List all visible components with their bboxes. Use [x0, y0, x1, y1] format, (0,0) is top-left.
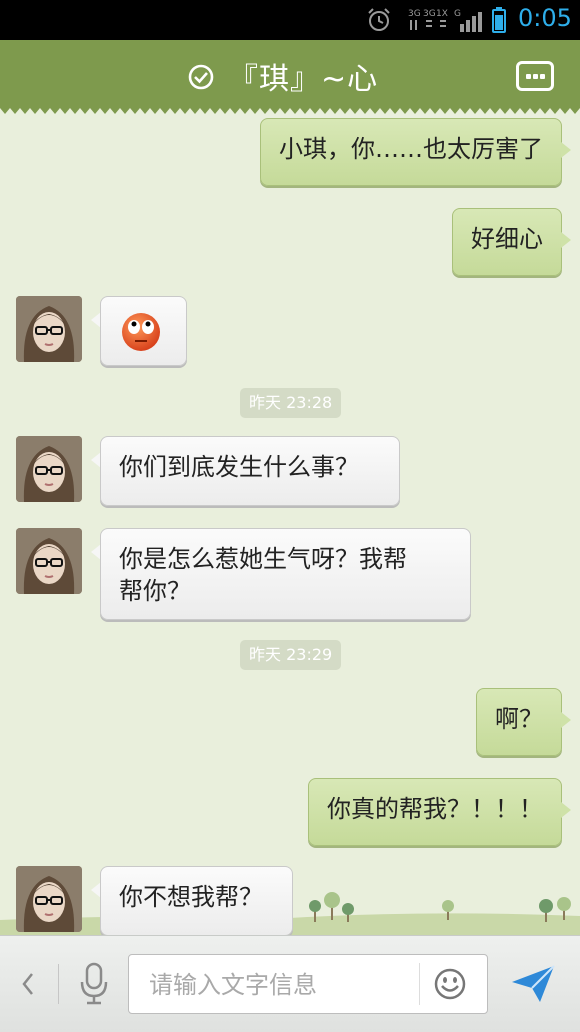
avatar[interactable]	[16, 296, 82, 362]
network-label-1: 3G	[408, 9, 421, 19]
avatar-image	[16, 296, 82, 362]
check-circle-icon	[188, 64, 214, 90]
avatar-image	[16, 436, 82, 502]
message-input-bar	[0, 935, 580, 1032]
message-text: 小琪，你……也太厉害了	[279, 135, 543, 163]
message-bubble-outgoing[interactable]: 好细心	[452, 208, 562, 276]
message-input[interactable]	[129, 955, 431, 1015]
divider	[419, 963, 420, 1005]
avatar[interactable]	[16, 866, 82, 932]
message-bubble-incoming[interactable]: 你们到底发生什么事？	[100, 436, 400, 506]
message-text-line: 帮你？	[119, 577, 191, 605]
dot-icon	[526, 74, 531, 79]
chat-header: 『琪』~心	[0, 40, 580, 114]
chevron-left-icon[interactable]	[18, 970, 38, 998]
message-text-line: 你是怎么惹她生气呀？我帮	[119, 545, 407, 573]
network-label-3: 1X	[436, 9, 448, 19]
message-text: 好细心	[471, 225, 543, 253]
avatar-image	[16, 866, 82, 932]
send-arrow-icon[interactable]	[510, 962, 556, 1004]
message-timestamp: 昨天 23:29	[240, 640, 342, 670]
message-bubble-incoming[interactable]	[100, 296, 187, 366]
message-timestamp: 昨天 23:28	[240, 388, 342, 418]
avatar-image	[16, 528, 82, 594]
microphone-icon[interactable]	[78, 962, 110, 1006]
message-bubble-outgoing[interactable]: 小琪，你……也太厉害了	[260, 118, 562, 186]
bubble-tail	[561, 232, 571, 248]
message-text: 你真的帮我？！！！	[327, 795, 543, 823]
message-text: 你们到底发生什么事？	[119, 453, 359, 481]
message-bubble-incoming[interactable]: 你是怎么惹她生气呀？我帮 帮你？	[100, 528, 471, 620]
divider	[58, 964, 59, 1004]
smiley-icon[interactable]	[433, 967, 467, 1001]
avatar[interactable]	[16, 436, 82, 502]
message-input-container	[128, 954, 488, 1015]
network-label-2: 3G	[423, 9, 436, 19]
rolling-eyes-emoji-icon	[122, 313, 160, 351]
signal-strength-icon: 3G 3G 1X G	[408, 9, 482, 32]
more-options-button[interactable]	[516, 61, 554, 91]
chat-title: 『琪』~心	[228, 62, 379, 97]
battery-icon	[492, 7, 506, 33]
bubble-tail	[561, 802, 571, 818]
message-bubble-outgoing[interactable]: 啊？	[476, 688, 562, 756]
network-label-4: G	[454, 9, 461, 19]
avatar[interactable]	[16, 528, 82, 594]
header-zigzag-edge	[0, 106, 580, 114]
message-text: 啊？	[495, 705, 543, 733]
status-bar: 3G 3G 1X G 0:05	[0, 0, 580, 40]
alarm-clock-icon	[368, 8, 390, 31]
message-text: 你不想我帮？	[119, 883, 263, 911]
dot-icon	[533, 74, 538, 79]
bubble-tail	[561, 712, 571, 728]
clock-time: 0:05	[518, 4, 572, 32]
bubble-tail	[561, 142, 571, 158]
message-bubble-outgoing[interactable]: 你真的帮我？！！！	[308, 778, 562, 846]
message-bubble-incoming[interactable]: 你不想我帮？	[100, 866, 293, 936]
dot-icon	[540, 74, 545, 79]
